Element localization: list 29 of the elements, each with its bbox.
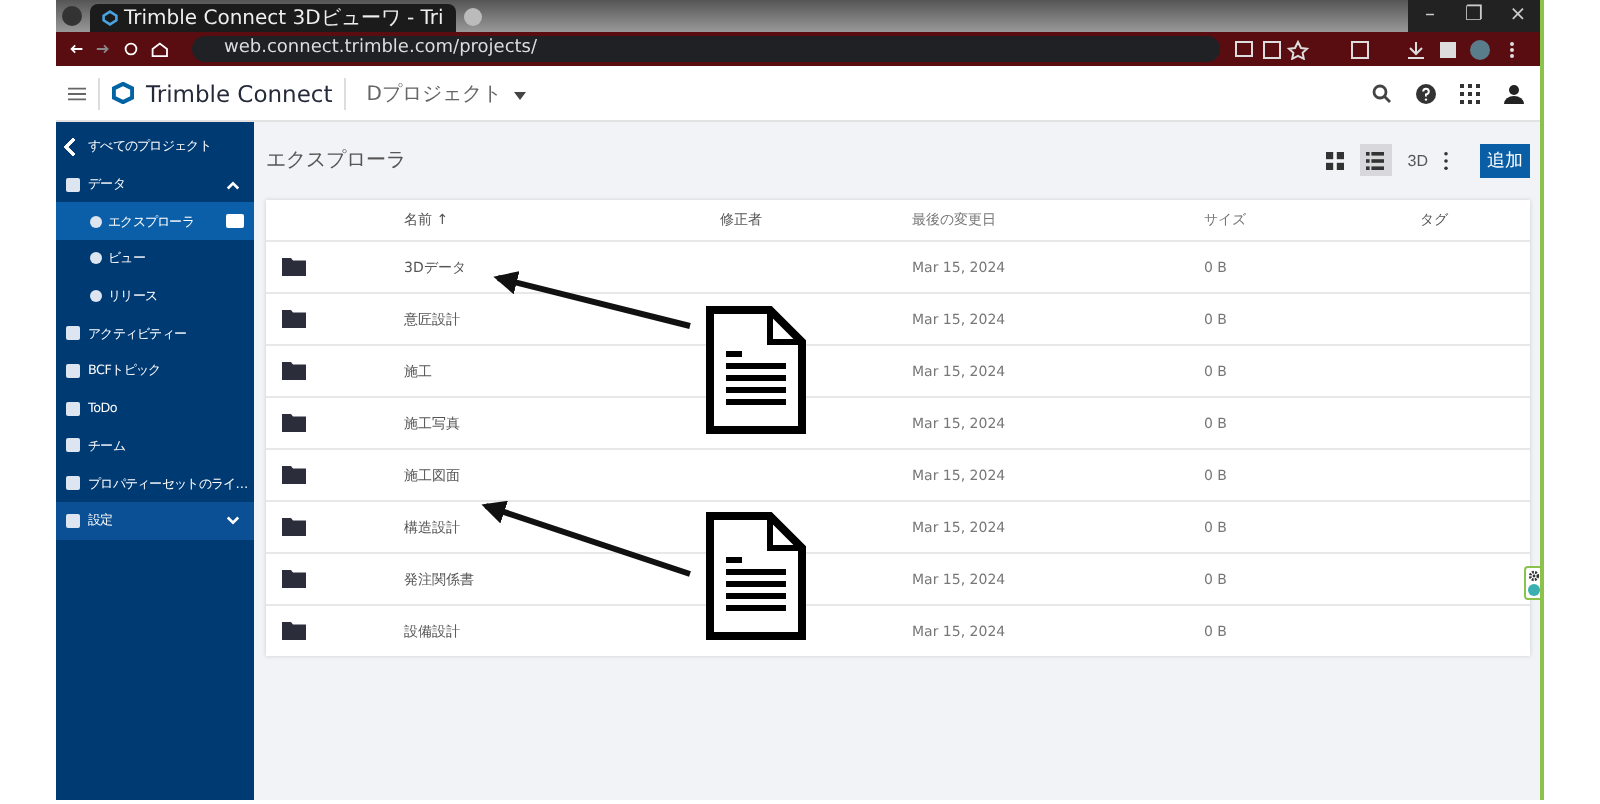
window-control[interactable]: – <box>1408 0 1452 32</box>
brand-name: Trimble Connect <box>146 79 333 107</box>
document-icon <box>706 306 806 434</box>
project-dropdown[interactable]: Dプロジェクト <box>358 79 535 107</box>
side-widget[interactable] <box>1524 566 1540 600</box>
window-control[interactable]: ❐ <box>1452 0 1496 32</box>
dot-icon <box>90 215 102 228</box>
circle-icon <box>1528 584 1540 596</box>
user-icon[interactable] <box>1504 83 1524 103</box>
address-field[interactable]: web.connect.trimble.com/projects/ <box>192 36 1220 62</box>
add-button[interactable]: 追加 <box>1480 143 1530 177</box>
caret-icon <box>514 91 527 99</box>
list-view-button[interactable] <box>1359 144 1392 176</box>
gear-icon <box>1528 570 1540 582</box>
tab-title: Trimble Connect 3Dビューワ - Tri <box>124 6 444 32</box>
3d-view-button[interactable]: 3D <box>1407 151 1428 169</box>
menu-icon[interactable] <box>68 85 86 101</box>
dot-icon <box>90 290 102 303</box>
search-icon[interactable] <box>1372 83 1392 103</box>
help-icon[interactable] <box>1416 83 1436 103</box>
page-title: エクスプローラ <box>266 147 406 174</box>
logo-icon <box>102 10 118 26</box>
document-icon <box>706 512 806 640</box>
browser-tab[interactable]: Trimble Connect 3Dビューワ - Tri <box>90 4 456 32</box>
apps-grid-icon[interactable] <box>1460 83 1480 103</box>
logo-icon <box>112 82 134 104</box>
window-control[interactable]: × <box>1496 0 1540 32</box>
dot-icon <box>90 252 102 265</box>
grid-view-icon[interactable] <box>1325 151 1344 169</box>
